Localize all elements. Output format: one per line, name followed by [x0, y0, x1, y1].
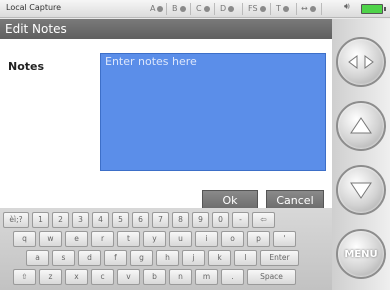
status-separator: [166, 3, 167, 15]
cancel-button[interactable]: Cancel: [266, 190, 324, 210]
keyboard-key[interactable]: k: [208, 250, 231, 266]
status-indicator: T: [276, 3, 289, 15]
dialog-content: Notes Ok Cancel: [0, 39, 332, 210]
status-dot-icon: [203, 5, 210, 12]
ok-button[interactable]: Ok: [202, 190, 258, 210]
status-separator: [242, 3, 243, 15]
up-arrow-icon: [338, 103, 384, 149]
keyboard-key[interactable]: t: [117, 231, 140, 247]
keyboard-key[interactable]: c: [91, 269, 114, 285]
keyboard-key[interactable]: 7: [152, 212, 169, 228]
menu-label: MENU: [344, 248, 378, 260]
keyboard-key[interactable]: g: [130, 250, 153, 266]
status-indicator: FS: [248, 3, 266, 15]
status-indicator: C: [196, 3, 210, 15]
keyboard-key[interactable]: j: [182, 250, 205, 266]
side-controls: MENU: [332, 19, 390, 290]
keyboard-key[interactable]: x: [65, 269, 88, 285]
status-indicator-label: ↔: [301, 4, 308, 13]
notes-label: Notes: [8, 60, 45, 73]
status-indicator-label: B: [172, 4, 178, 13]
keyboard-key[interactable]: 3: [72, 212, 89, 228]
keyboard-key[interactable]: s: [52, 250, 75, 266]
keyboard-key[interactable]: v: [117, 269, 140, 285]
keyboard-key[interactable]: r: [91, 231, 114, 247]
status-dot-icon: [157, 5, 164, 12]
app-title: Local Capture: [6, 3, 62, 12]
status-indicator-label: T: [276, 4, 281, 13]
status-indicator: A: [150, 3, 164, 15]
keyboard-key[interactable]: p: [247, 231, 270, 247]
keyboard-key[interactable]: o: [221, 231, 244, 247]
keyboard-key[interactable]: Enter: [260, 250, 299, 266]
keyboard-key[interactable]: 8: [172, 212, 189, 228]
keyboard-key[interactable]: l: [234, 250, 257, 266]
status-indicator: ↔: [301, 3, 316, 15]
menu-button[interactable]: MENU: [336, 229, 386, 279]
keyboard-key[interactable]: q: [13, 231, 36, 247]
keyboard-key[interactable]: 6: [132, 212, 149, 228]
status-bar: Local Capture A B C D FS T ↔ 🔊︎: [0, 0, 390, 18]
status-separator: [214, 3, 215, 15]
status-separator: [321, 3, 322, 15]
status-separator: [190, 3, 191, 15]
status-indicator: B: [172, 3, 186, 15]
keyboard-key[interactable]: i: [195, 231, 218, 247]
collapse-arrows-icon: [338, 39, 384, 85]
status-dot-icon: [259, 5, 266, 12]
keyboard-key[interactable]: ⇦: [252, 212, 275, 228]
down-arrow-icon: [338, 167, 384, 213]
keyboard-key[interactable]: d: [78, 250, 101, 266]
status-dot-icon: [282, 5, 289, 12]
keyboard-key[interactable]: Space: [247, 269, 296, 285]
keyboard-key[interactable]: n: [169, 269, 192, 285]
keyboard-key[interactable]: f: [104, 250, 127, 266]
notes-textarea[interactable]: [100, 53, 326, 171]
status-dot-icon: [228, 5, 235, 12]
keyboard-key[interactable]: 9: [192, 212, 209, 228]
keyboard-key[interactable]: ⇧: [13, 269, 36, 285]
keyboard-key[interactable]: y: [143, 231, 166, 247]
keyboard-key[interactable]: h: [156, 250, 179, 266]
keyboard-key[interactable]: w: [39, 231, 62, 247]
status-separator: [270, 3, 271, 15]
status-indicator-label: C: [196, 4, 202, 13]
on-screen-keyboard: èì;? 1 2 3 4 5 6 7 8 9 0- ⇦ q w e r t y u i o p ' a s d f g h j k l Ente…: [0, 208, 332, 290]
keyboard-key[interactable]: u: [169, 231, 192, 247]
battery-icon: [361, 4, 386, 14]
keyboard-key[interactable]: ': [273, 231, 296, 247]
dialog-title: Edit Notes: [0, 19, 332, 39]
keyboard-key[interactable]: -: [232, 212, 249, 228]
keyboard-key[interactable]: èì;?: [3, 212, 29, 228]
status-dot-icon: [309, 5, 316, 12]
keyboard-key[interactable]: e: [65, 231, 88, 247]
keyboard-key[interactable]: z: [39, 269, 62, 285]
keyboard-key[interactable]: b: [143, 269, 166, 285]
status-dot-icon: [179, 5, 186, 12]
keyboard-key[interactable]: 0: [212, 212, 229, 228]
speaker-icon: 🔊︎: [344, 2, 350, 12]
status-indicator-label: FS: [248, 4, 258, 13]
status-separator: [296, 3, 297, 15]
keyboard-key[interactable]: .: [221, 269, 244, 285]
scroll-down-button[interactable]: [336, 165, 386, 215]
status-indicator-label: A: [150, 4, 156, 13]
keyboard-key[interactable]: 5: [112, 212, 129, 228]
keyboard-key[interactable]: m: [195, 269, 218, 285]
status-indicator-label: D: [220, 4, 227, 13]
keyboard-key[interactable]: a: [26, 250, 49, 266]
keyboard-key[interactable]: 4: [92, 212, 109, 228]
collapse-button[interactable]: [336, 37, 386, 87]
keyboard-key[interactable]: 1: [32, 212, 49, 228]
scroll-up-button[interactable]: [336, 101, 386, 151]
status-indicator: D: [220, 3, 235, 15]
keyboard-key[interactable]: 2: [52, 212, 69, 228]
